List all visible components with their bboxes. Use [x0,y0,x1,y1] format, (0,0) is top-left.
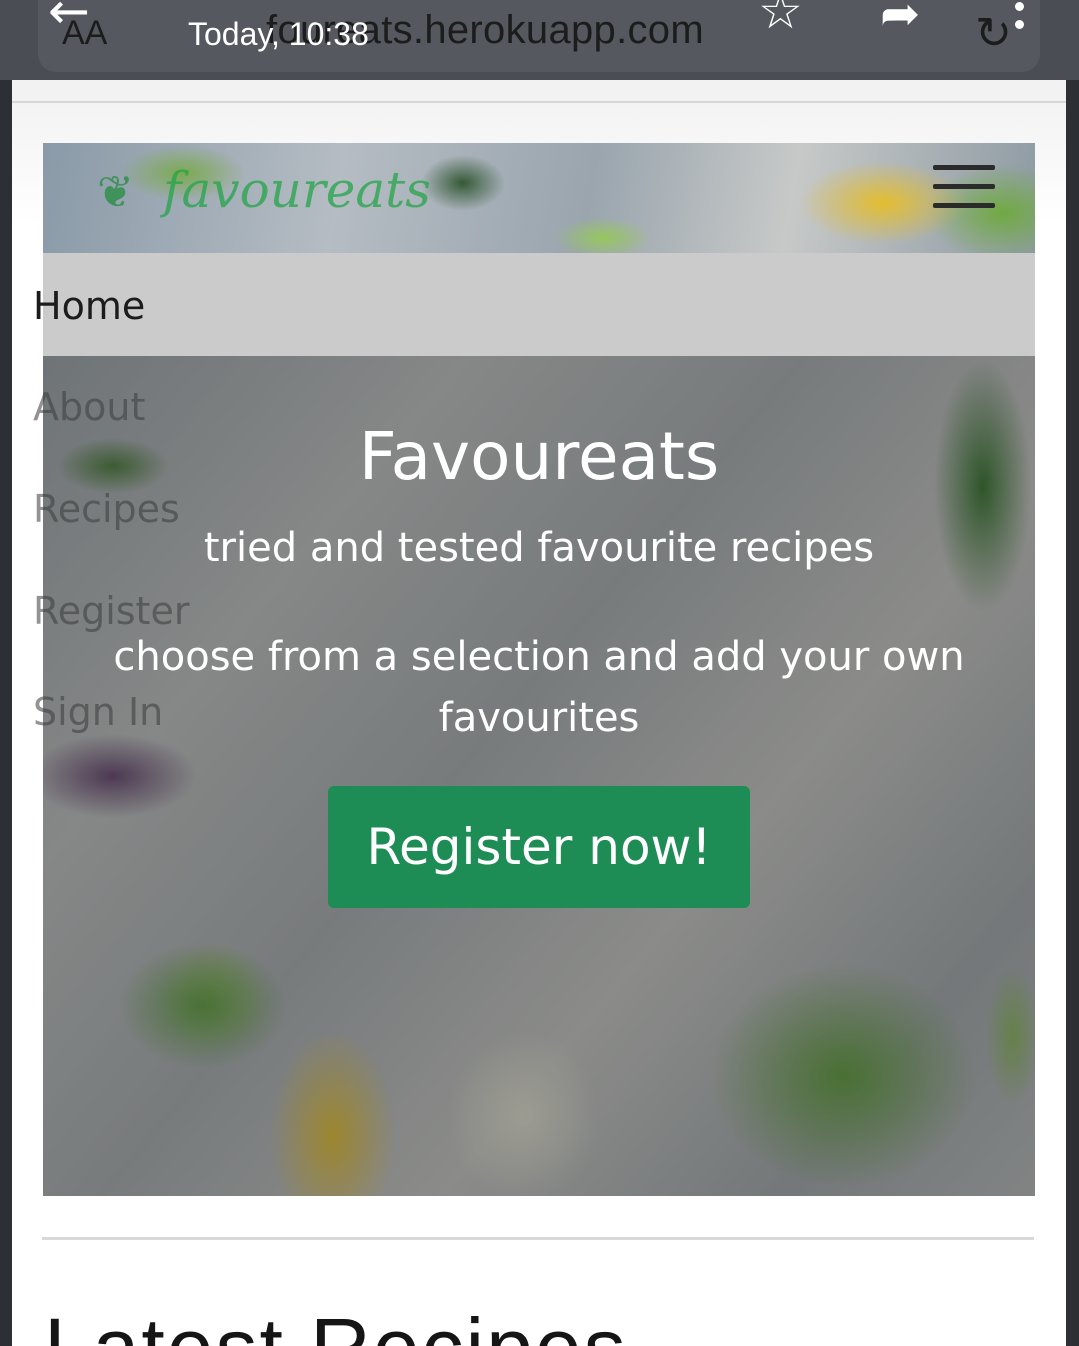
hamburger-icon[interactable] [933,165,995,222]
nav-item-home[interactable]: Home [33,284,145,328]
page-top-band [12,80,1066,101]
hero-subtitle: tried and tested favourite recipes [203,525,875,571]
viewer-top-bar: AA foureats.herokuapp.com Today, 10:38 ←… [0,0,1079,80]
latest-recipes-heading: Latest Recipes [44,1300,628,1346]
timestamp: Today, 10:38 [188,16,369,52]
more-vert-icon[interactable] [1015,2,1025,38]
logo-leaf-icon: ❦ [97,167,134,218]
nav-active-band [43,253,1035,356]
refresh-icon[interactable]: ↻ [975,8,1012,59]
share-icon[interactable]: ➦ [880,0,920,42]
hero-description: choose from a selection and add your own… [113,634,965,741]
star-icon[interactable]: ☆ [758,0,803,40]
back-arrow-icon[interactable]: ← [48,0,90,40]
hero-title: Favoureats [358,418,720,495]
register-now-button[interactable]: Register now! [328,786,750,908]
section-divider [42,1237,1034,1240]
site-logo[interactable]: favoureats [163,161,431,219]
site-header: ❦ favoureats [43,143,1035,253]
